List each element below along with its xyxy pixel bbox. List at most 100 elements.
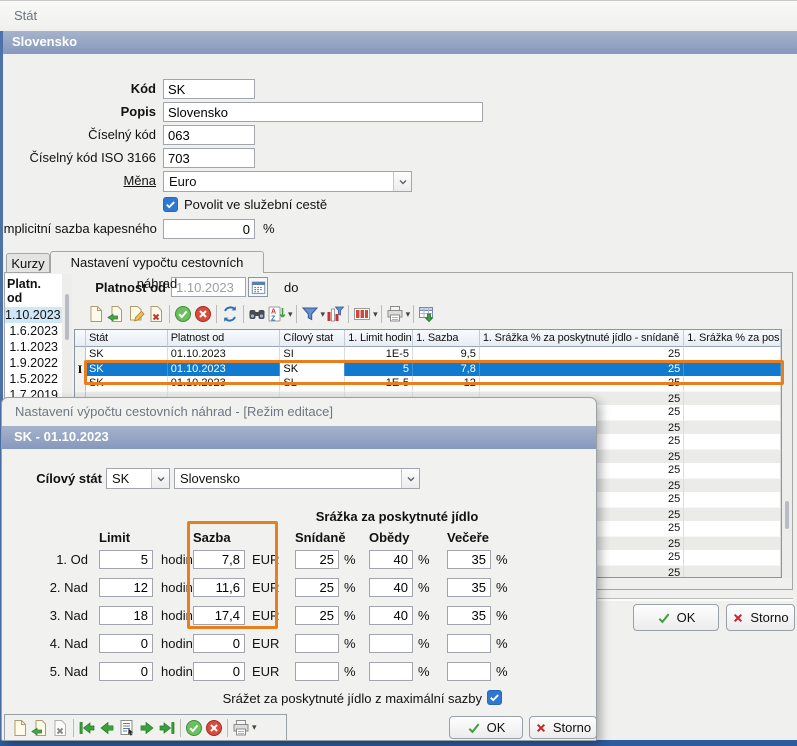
- vecere-input[interactable]: [447, 634, 491, 653]
- import-icon[interactable]: [30, 718, 50, 738]
- snidane-input[interactable]: [295, 662, 339, 681]
- chevron-down-icon[interactable]: [401, 469, 419, 488]
- popis-input[interactable]: [163, 102, 483, 122]
- chevron-down-icon[interactable]: ▾: [252, 722, 257, 733]
- snidane-input[interactable]: [295, 550, 339, 569]
- snidane-input[interactable]: [295, 606, 339, 625]
- chevron-down-icon[interactable]: ▾: [406, 309, 411, 320]
- mena-label[interactable]: Měna: [0, 171, 156, 191]
- chevron-down-icon[interactable]: ▾: [373, 309, 378, 320]
- column-header[interactable]: 1. Sazba: [413, 330, 480, 347]
- column-header[interactable]: 1. Limit hodin: [345, 330, 413, 347]
- vecere-input[interactable]: [447, 550, 491, 569]
- calendar-button[interactable]: [248, 277, 268, 297]
- columns-icon[interactable]: [352, 304, 372, 324]
- ciselny-kod-input[interactable]: [163, 125, 255, 145]
- limit-input[interactable]: [99, 606, 153, 625]
- kapesne-input[interactable]: [163, 219, 255, 239]
- nav-first-icon[interactable]: [77, 718, 97, 738]
- toolbar-separator: [243, 305, 244, 323]
- chevron-down-icon[interactable]: ▾: [288, 309, 293, 320]
- limit-input[interactable]: [99, 550, 153, 569]
- date-list-item[interactable]: 1.9.2022: [5, 355, 62, 371]
- toolbar-separator: [296, 305, 297, 323]
- srazet-checkbox[interactable]: [487, 690, 502, 705]
- export-icon[interactable]: [417, 304, 437, 324]
- new-document-icon[interactable]: [86, 304, 106, 324]
- ok-button[interactable]: OK: [633, 604, 719, 631]
- import-icon[interactable]: [106, 304, 126, 324]
- print-icon[interactable]: [231, 718, 251, 738]
- print-icon[interactable]: [385, 304, 405, 324]
- x-icon: [732, 612, 744, 624]
- column-header[interactable]: Cílový stat: [280, 330, 345, 347]
- column-header[interactable]: Platnost od: [168, 330, 281, 347]
- obedy-input[interactable]: [369, 662, 413, 681]
- snidane-input[interactable]: [295, 578, 339, 597]
- edit-icon[interactable]: [126, 304, 146, 324]
- sort-az-icon[interactable]: AZ: [267, 304, 287, 324]
- row-label: 5. Nad: [2, 662, 88, 681]
- date-list-item[interactable]: 1.1.2023: [5, 339, 62, 355]
- cilovy-stat-name-combobox[interactable]: Slovensko: [174, 468, 420, 489]
- dialog-storno-button[interactable]: Storno: [529, 716, 597, 739]
- column-header[interactable]: 1. Srážka % za pos: [684, 330, 781, 347]
- delete-icon[interactable]: [146, 304, 166, 324]
- nav-prev-icon[interactable]: [97, 718, 117, 738]
- date-list-item[interactable]: 1.5.2022: [5, 371, 62, 387]
- sazba-input[interactable]: [193, 634, 245, 653]
- date-list-item[interactable]: 1.6.2023: [5, 323, 62, 339]
- table-scrollbar-thumb[interactable]: [785, 501, 789, 529]
- cancel-icon[interactable]: [204, 718, 224, 738]
- storno-button[interactable]: Storno: [726, 604, 795, 631]
- dialog-ok-button[interactable]: OK: [449, 716, 523, 739]
- kod-input[interactable]: [163, 79, 255, 99]
- obedy-input[interactable]: [369, 550, 413, 569]
- accept-icon[interactable]: [184, 718, 204, 738]
- platnost-od-input[interactable]: [171, 277, 246, 297]
- obedy-input[interactable]: [369, 606, 413, 625]
- limit-column-header: Limit: [99, 528, 130, 548]
- dialog-limit-row: 2. NadhodinEUR%%%: [2, 578, 598, 598]
- filter-chart-icon[interactable]: [325, 304, 345, 324]
- iso-kod-input[interactable]: [163, 148, 255, 168]
- chevron-down-icon[interactable]: [151, 469, 169, 488]
- column-header[interactable]: 1. Srážka % za poskytnuté jídlo - snídan…: [480, 330, 684, 347]
- sazba-input[interactable]: [193, 662, 245, 681]
- nav-last-icon[interactable]: [157, 718, 177, 738]
- accept-icon[interactable]: [173, 304, 193, 324]
- window-title: Stát: [14, 8, 37, 23]
- chevron-down-icon[interactable]: [393, 172, 411, 191]
- percent-unit: %: [418, 634, 430, 653]
- snidane-column-header: Snídaně: [295, 528, 346, 548]
- limit-input[interactable]: [99, 578, 153, 597]
- new-document-icon[interactable]: [10, 718, 30, 738]
- table-cell: [684, 565, 781, 579]
- nav-next-icon[interactable]: [137, 718, 157, 738]
- filter-icon[interactable]: [300, 304, 320, 324]
- mena-combobox[interactable]: Euro: [163, 171, 412, 192]
- calendar-icon: [251, 280, 266, 295]
- povolit-label: Povolit ve služební cestě: [184, 195, 327, 215]
- povolit-checkbox[interactable]: [163, 197, 178, 212]
- obedy-input[interactable]: [369, 578, 413, 597]
- delete-gray-icon[interactable]: [50, 718, 70, 738]
- table-cell: [684, 550, 781, 565]
- cancel-icon[interactable]: [193, 304, 213, 324]
- vecere-input[interactable]: [447, 606, 491, 625]
- date-list-scrollbar-thumb[interactable]: [65, 294, 69, 340]
- limit-input[interactable]: [99, 662, 153, 681]
- column-header[interactable]: Stát: [86, 330, 168, 347]
- limit-input[interactable]: [99, 634, 153, 653]
- vecere-input[interactable]: [447, 662, 491, 681]
- date-list-item[interactable]: 1.10.2023: [5, 307, 62, 323]
- refresh-icon[interactable]: [220, 304, 240, 324]
- obedy-input[interactable]: [369, 634, 413, 653]
- record-list-icon[interactable]: [117, 718, 137, 738]
- tab-kurzy[interactable]: Kurzy: [6, 253, 50, 272]
- cilovy-stat-code-combobox[interactable]: SK: [106, 468, 170, 489]
- snidane-input[interactable]: [295, 634, 339, 653]
- tab-nastaveni[interactable]: Nastavení vypočtu cestovních náhrad: [50, 251, 264, 273]
- search-binoculars-icon[interactable]: [247, 304, 267, 324]
- vecere-input[interactable]: [447, 578, 491, 597]
